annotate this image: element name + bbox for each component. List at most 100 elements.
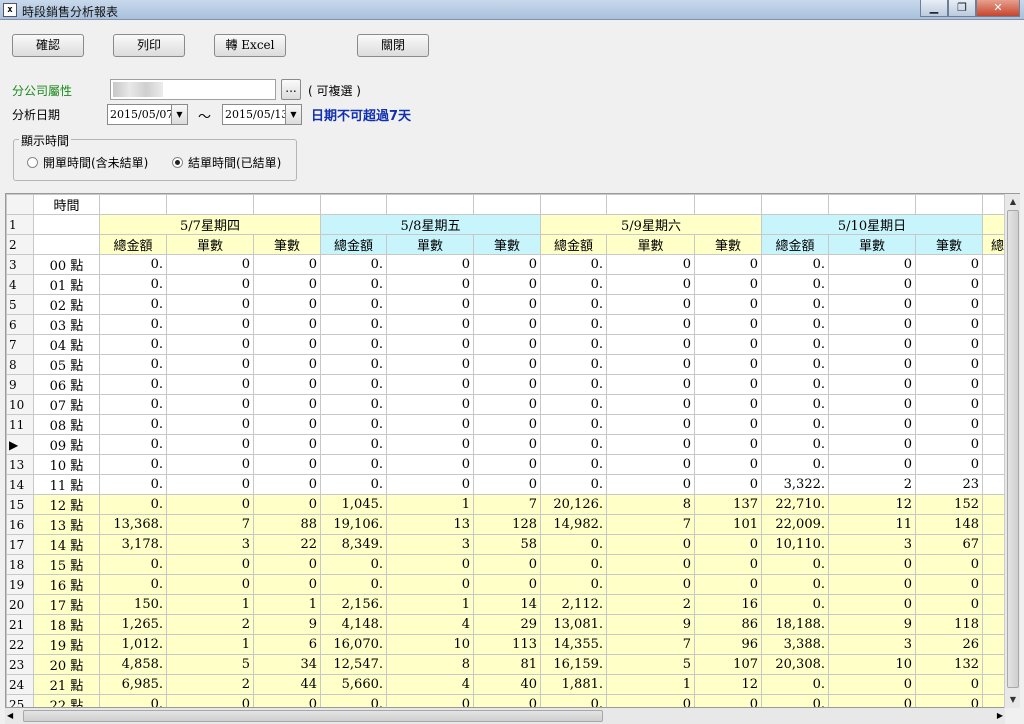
value-cell[interactable]: 0	[694, 434, 762, 455]
value-cell[interactable]: 0	[606, 434, 695, 455]
value-cell[interactable]: 0	[915, 374, 983, 395]
value-cell[interactable]: 0	[473, 254, 541, 275]
table-row[interactable]: 6 03 點 0. 0 0 0. 0 0 0. 0 0 0. 0 0	[6, 314, 1013, 335]
value-cell[interactable]: 8	[606, 494, 695, 515]
value-cell[interactable]: 0.	[761, 674, 829, 695]
value-cell[interactable]: 0	[386, 274, 474, 295]
value-cell[interactable]: 0.	[540, 294, 607, 315]
row-number[interactable]: 21	[6, 614, 34, 635]
value-cell[interactable]: 0.	[540, 394, 607, 415]
value-cell[interactable]: 23	[915, 474, 983, 495]
value-cell[interactable]: 0.	[540, 574, 607, 595]
value-cell[interactable]: 3	[828, 634, 916, 655]
value-cell[interactable]: 0	[606, 694, 695, 707]
value-cell[interactable]: 3,388.	[761, 634, 829, 655]
value-cell[interactable]: 0	[694, 274, 762, 295]
table-row[interactable]: 9 06 點 0. 0 0 0. 0 0 0. 0 0 0. 0 0	[6, 374, 1013, 395]
value-cell[interactable]: 12	[828, 494, 916, 515]
value-cell[interactable]: 0	[253, 294, 321, 315]
value-cell[interactable]: 0	[473, 454, 541, 475]
value-cell[interactable]: 0	[828, 254, 916, 275]
dropdown-arrow-icon[interactable]: ▼	[171, 105, 187, 124]
dropdown-arrow-icon[interactable]: ▼	[285, 105, 301, 124]
value-cell[interactable]: 0.	[761, 394, 829, 415]
value-cell[interactable]: 0	[253, 334, 321, 355]
time-cell[interactable]: 21 點	[33, 674, 100, 695]
value-cell[interactable]: 0	[828, 434, 916, 455]
time-cell[interactable]: 06 點	[33, 374, 100, 395]
sales-grid[interactable]: 時間 1 5/7星期四 5/8星期五 5/9星期六 5/10星期日 2 總金額 單數 筆數 總金額單…	[5, 193, 1020, 708]
row-number[interactable]: 5	[6, 294, 34, 315]
branch-browse-button[interactable]: ...	[281, 79, 301, 100]
value-cell[interactable]: 0	[166, 314, 254, 335]
value-cell[interactable]: 0.	[540, 314, 607, 335]
value-cell[interactable]: 0	[166, 394, 254, 415]
value-cell[interactable]: 11	[828, 514, 916, 535]
value-cell[interactable]: 0	[606, 574, 695, 595]
value-cell[interactable]: 0	[166, 434, 254, 455]
value-cell[interactable]: 0	[694, 394, 762, 415]
value-cell[interactable]: 0.	[99, 434, 167, 455]
value-cell[interactable]: 0	[253, 254, 321, 275]
value-cell[interactable]: 0	[915, 694, 983, 707]
value-cell[interactable]: 0.	[320, 314, 387, 335]
value-cell[interactable]: 2	[166, 674, 254, 695]
value-cell[interactable]: 0	[386, 554, 474, 575]
value-cell[interactable]: 0	[606, 274, 695, 295]
table-row[interactable]: 5 02 點 0. 0 0 0. 0 0 0. 0 0 0. 0 0	[6, 294, 1013, 315]
value-cell[interactable]: 0.	[761, 554, 829, 575]
table-row[interactable]: 17 14 點 3,178. 3 22 8,349. 3 58 0. 0 0 10,110. 3 67	[6, 534, 1013, 555]
value-cell[interactable]: 0	[386, 434, 474, 455]
close-button[interactable]: 關閉	[357, 34, 429, 57]
value-cell[interactable]: 0	[166, 294, 254, 315]
value-cell[interactable]: 0	[386, 354, 474, 375]
time-cell[interactable]: 16 點	[33, 574, 100, 595]
value-cell[interactable]: 4,148.	[320, 614, 387, 635]
table-row[interactable]: 7 04 點 0. 0 0 0. 0 0 0. 0 0 0. 0 0	[6, 334, 1013, 355]
value-cell[interactable]: 0.	[99, 454, 167, 475]
value-cell[interactable]: 0	[473, 474, 541, 495]
time-cell[interactable]: 17 點	[33, 594, 100, 615]
value-cell[interactable]: 0	[915, 554, 983, 575]
value-cell[interactable]: 12	[694, 674, 762, 695]
row-number[interactable]: 20	[6, 594, 34, 615]
value-cell[interactable]: 3	[386, 534, 474, 555]
table-row[interactable]: ▶ 09 點 0. 0 0 0. 0 0 0. 0 0 0. 0 0	[6, 434, 1013, 455]
value-cell[interactable]: 12,547.	[320, 654, 387, 675]
value-cell[interactable]: 14,355.	[540, 634, 607, 655]
value-cell[interactable]: 0.	[761, 314, 829, 335]
value-cell[interactable]: 0	[828, 334, 916, 355]
value-cell[interactable]: 0	[694, 574, 762, 595]
value-cell[interactable]: 40	[473, 674, 541, 695]
time-cell[interactable]: 08 點	[33, 414, 100, 435]
value-cell[interactable]: 0.	[99, 294, 167, 315]
value-cell[interactable]: 18,188.	[761, 614, 829, 635]
row-number[interactable]: 24	[6, 674, 34, 695]
value-cell[interactable]: 0.	[99, 574, 167, 595]
value-cell[interactable]: 6,985.	[99, 674, 167, 695]
table-row[interactable]: 22 19 點 1,012. 1 6 16,070. 10 113 14,355. 7 96 3,38…	[6, 634, 1013, 655]
value-cell[interactable]: 34	[253, 654, 321, 675]
table-row[interactable]: 25 22 點 0. 0 0 0. 0 0 0. 0 0 0. 0 0	[6, 694, 1013, 707]
value-cell[interactable]: 0	[473, 434, 541, 455]
value-cell[interactable]: 0.	[320, 554, 387, 575]
value-cell[interactable]: 0	[606, 254, 695, 275]
scroll-left-icon[interactable]: ◀	[7, 708, 13, 724]
value-cell[interactable]: 152	[915, 494, 983, 515]
table-row[interactable]: 8 05 點 0. 0 0 0. 0 0 0. 0 0 0. 0 0	[6, 354, 1013, 375]
value-cell[interactable]: 9	[828, 614, 916, 635]
row-number[interactable]: 17	[6, 534, 34, 555]
scroll-up-icon[interactable]: ▲	[1005, 194, 1021, 210]
time-cell[interactable]: 20 點	[33, 654, 100, 675]
time-cell[interactable]: 14 點	[33, 534, 100, 555]
value-cell[interactable]: 0.	[99, 554, 167, 575]
value-cell[interactable]: 58	[473, 534, 541, 555]
value-cell[interactable]: 128	[473, 514, 541, 535]
value-cell[interactable]: 22,009.	[761, 514, 829, 535]
value-cell[interactable]: 0	[473, 274, 541, 295]
value-cell[interactable]: 0	[253, 574, 321, 595]
value-cell[interactable]: 0.	[99, 474, 167, 495]
value-cell[interactable]: 0.	[320, 474, 387, 495]
value-cell[interactable]: 1	[386, 594, 474, 615]
value-cell[interactable]: 0.	[99, 314, 167, 335]
